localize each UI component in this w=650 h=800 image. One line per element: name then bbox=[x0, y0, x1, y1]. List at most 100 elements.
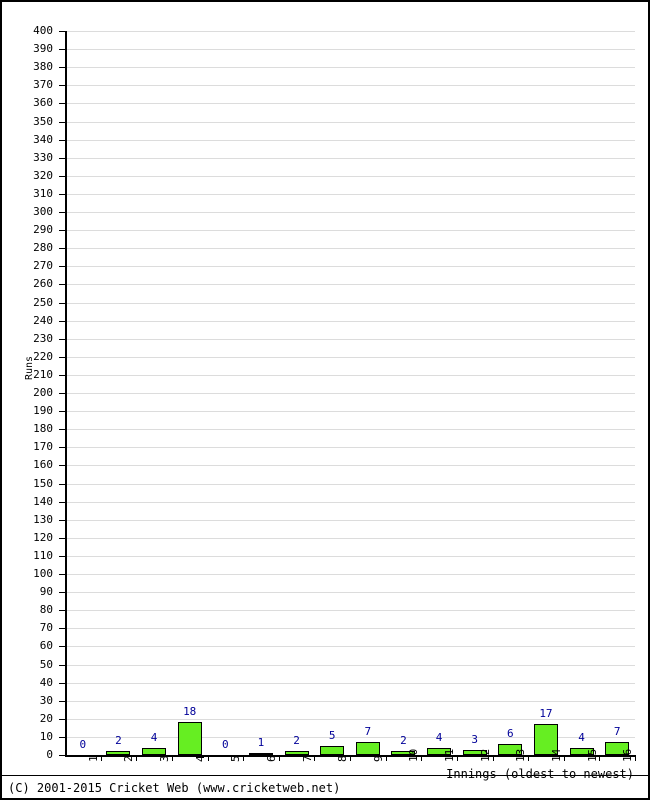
y-axis-tick-label: 220 bbox=[33, 349, 53, 363]
x-axis-tick bbox=[171, 755, 173, 761]
bar-slot: 2 bbox=[101, 31, 137, 755]
y-axis-tick-label: 350 bbox=[33, 114, 53, 128]
bar-slot: 5 bbox=[314, 31, 350, 755]
y-axis-tick-label: 60 bbox=[39, 639, 53, 653]
x-axis-tick-label: 9 bbox=[371, 755, 385, 762]
bar-value-label: 4 bbox=[435, 730, 443, 744]
y-axis-tick-label: 160 bbox=[33, 458, 53, 472]
bars-layer: 0 2 4 18 0 1 2 5 7 2 4 3 6 17 4 7 bbox=[65, 31, 635, 755]
x-axis-tick-label: 3 bbox=[158, 755, 172, 762]
x-axis-tick bbox=[207, 755, 209, 761]
y-axis-tick-label: 270 bbox=[33, 259, 53, 273]
x-axis-title: Innings (oldest to newest) bbox=[446, 767, 634, 781]
bar-value-label: 2 bbox=[400, 734, 407, 748]
bar-slot: 6 bbox=[493, 31, 529, 755]
x-axis-tick-label: 4 bbox=[193, 755, 207, 762]
y-axis-tick-label: 170 bbox=[33, 440, 53, 454]
bar-slot: 4 bbox=[564, 31, 600, 755]
y-axis-tick-label: 330 bbox=[33, 150, 53, 164]
y-axis-tick-label: 340 bbox=[33, 132, 53, 146]
x-axis-tick-label: 11 bbox=[443, 748, 457, 762]
x-axis-tick bbox=[100, 755, 102, 761]
y-axis-tick-label: 100 bbox=[33, 567, 53, 580]
y-axis-tick-label: 360 bbox=[33, 96, 53, 110]
y-axis-tick-label: 230 bbox=[33, 331, 53, 345]
bar-value-label: 4 bbox=[150, 730, 158, 744]
y-axis-tick-label: 400 bbox=[33, 24, 53, 37]
x-axis-tick bbox=[528, 755, 530, 761]
y-axis-tick-label: 390 bbox=[33, 42, 53, 56]
y-axis-tick-label: 40 bbox=[39, 675, 53, 689]
y-axis-tick-label: 180 bbox=[33, 422, 53, 436]
x-axis-tick bbox=[136, 755, 138, 761]
y-axis-tick-label: 310 bbox=[33, 186, 53, 200]
y-axis-tick-label: 20 bbox=[39, 711, 53, 725]
bar-value-label: 0 bbox=[79, 738, 87, 751]
y-axis-tick-label: 320 bbox=[33, 168, 53, 182]
bar-slot: 7 bbox=[350, 31, 386, 755]
bar-slot: 0 bbox=[208, 31, 244, 755]
bar-value-label: 4 bbox=[578, 730, 585, 744]
y-axis-tick-label: 240 bbox=[33, 313, 53, 327]
bar[interactable] bbox=[142, 747, 167, 755]
x-axis-tick bbox=[563, 755, 565, 761]
bar-value-label: 2 bbox=[115, 734, 122, 748]
bar-slot: 4 bbox=[136, 31, 172, 755]
x-axis-tick-label: 14 bbox=[549, 748, 563, 762]
x-axis-tick bbox=[456, 755, 458, 761]
bar-slot: 3 bbox=[457, 31, 493, 755]
y-axis-tick-label: 110 bbox=[33, 548, 53, 562]
x-axis-tick-label: 2 bbox=[122, 755, 136, 762]
x-axis-tick bbox=[492, 755, 494, 761]
bar-slot: 17 bbox=[528, 31, 564, 755]
y-axis-tick-label: 50 bbox=[39, 657, 53, 671]
x-axis-tick-label: 5 bbox=[229, 755, 243, 762]
bar-slot: 2 bbox=[386, 31, 422, 755]
y-axis-tick-label: 380 bbox=[33, 60, 53, 74]
y-axis-tick-label: 140 bbox=[33, 494, 53, 508]
y-axis-tick-label: 70 bbox=[39, 621, 53, 635]
y-axis-tick-label: 0 bbox=[46, 748, 53, 761]
bar-value-label: 2 bbox=[293, 734, 300, 748]
y-axis-tick-label: 30 bbox=[39, 693, 53, 707]
y-axis-tick-label: 190 bbox=[33, 404, 53, 418]
x-axis-tick-label: 10 bbox=[407, 748, 421, 762]
y-axis-tick-label: 10 bbox=[39, 729, 53, 743]
x-axis-tick-label: 15 bbox=[585, 748, 599, 762]
y-axis-tick-label: 150 bbox=[33, 476, 53, 490]
bar-value-label: 0 bbox=[222, 738, 229, 751]
bar-slot: 18 bbox=[172, 31, 208, 755]
y-axis-tick-label: 280 bbox=[33, 241, 53, 255]
y-axis-tick-label: 120 bbox=[33, 530, 53, 544]
bar-value-label: 18 bbox=[183, 705, 197, 719]
x-axis-tick-label: 1 bbox=[86, 755, 100, 762]
x-axis-tick-label: 6 bbox=[264, 755, 278, 762]
y-axis-tick-label: 80 bbox=[39, 603, 53, 617]
bar-value-label: 17 bbox=[539, 707, 553, 721]
y-axis-tick-label: 370 bbox=[33, 78, 53, 92]
x-axis-tick-label: 13 bbox=[514, 748, 528, 762]
y-axis-tick-label: 290 bbox=[33, 223, 53, 237]
footer-copyright: (C) 2001-2015 Cricket Web (www.cricketwe… bbox=[8, 781, 341, 795]
bar-value-label: 3 bbox=[471, 732, 478, 746]
x-axis-tick bbox=[314, 755, 316, 761]
x-axis-tick bbox=[278, 755, 280, 761]
y-axis-tick-label: 210 bbox=[33, 367, 53, 381]
x-axis-tick bbox=[635, 755, 636, 761]
bar-slot: 2 bbox=[279, 31, 315, 755]
bar-value-label: 7 bbox=[364, 725, 372, 739]
bar-slot: 1 bbox=[243, 31, 279, 755]
y-axis-tick-label: 250 bbox=[33, 295, 53, 309]
bar-slot: 7 bbox=[599, 31, 635, 755]
y-axis-tick-label: 260 bbox=[33, 277, 53, 291]
footer-separator bbox=[2, 775, 648, 776]
x-axis-tick bbox=[243, 755, 245, 761]
bar[interactable] bbox=[355, 742, 380, 755]
bar-value-label: 5 bbox=[328, 728, 336, 742]
x-axis-tick bbox=[421, 755, 423, 761]
y-axis-tick-label: 90 bbox=[39, 585, 53, 599]
y-axis-tick-label: 200 bbox=[33, 386, 53, 399]
bar[interactable] bbox=[177, 722, 202, 755]
bar[interactable] bbox=[320, 745, 345, 755]
x-axis-tick bbox=[385, 755, 387, 761]
